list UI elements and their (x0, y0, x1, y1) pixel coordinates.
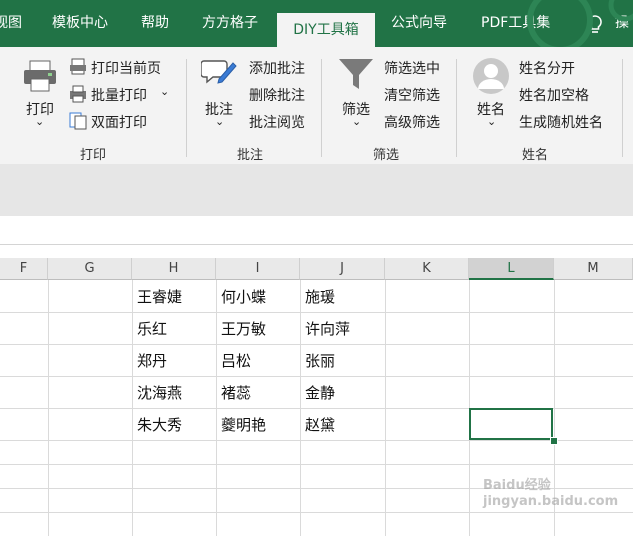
split-name-button[interactable]: 姓名分开 (519, 58, 575, 78)
cell-i5[interactable]: 夔明艳 (217, 409, 266, 441)
cell-i4[interactable]: 褚蕊 (217, 377, 251, 409)
tab-view[interactable]: 视图 (0, 0, 22, 47)
cell-i2[interactable]: 王万敏 (217, 313, 266, 345)
chevron-down-icon: ⌄ (215, 115, 225, 128)
group-divider (622, 59, 623, 157)
watermark: Baidu经验 jingyan.baidu.com (483, 478, 623, 510)
cell-h1[interactable]: 王睿婕 (133, 281, 182, 313)
batch-print-button[interactable]: 批量打印 (91, 85, 147, 105)
advanced-filter-button[interactable]: 高级筛选 (384, 112, 440, 132)
cell-h3[interactable]: 郑丹 (133, 345, 167, 377)
cell-j4[interactable]: 金静 (301, 377, 335, 409)
print-group-label: 打印 (80, 148, 107, 163)
filter-selected-button[interactable]: 筛选选中 (384, 58, 440, 78)
tab-help[interactable]: 帮助 (141, 0, 169, 47)
cell-h5[interactable]: 朱大秀 (133, 409, 182, 441)
chevron-down-icon: ⌄ (352, 115, 362, 128)
column-header-h[interactable]: H (132, 258, 216, 280)
column-header-j[interactable]: J (300, 258, 385, 280)
selected-cell[interactable] (469, 408, 553, 440)
tab-template-center[interactable]: 模板中心 (52, 0, 108, 47)
duplex-print-icon (69, 112, 87, 130)
name-add-space-button[interactable]: 姓名加空格 (519, 85, 589, 105)
column-header-i[interactable]: I (216, 258, 300, 280)
column-header-g[interactable]: G (48, 258, 132, 280)
add-comment-button[interactable]: 添加批注 (249, 58, 305, 78)
random-name-button[interactable]: 生成随机姓名 (519, 112, 603, 132)
batch-print-icon (70, 85, 86, 103)
cell-j3[interactable]: 张丽 (301, 345, 335, 377)
clear-filter-button[interactable]: 清空筛选 (384, 85, 440, 105)
funnel-icon (339, 59, 373, 89)
ribbon-tab-bar: 视图 模板中心 帮助 方方格子 DIY工具箱 公式向导 PDF工具集 操 (0, 0, 633, 47)
filter-group-label: 筛选 (373, 148, 400, 163)
cell-h4[interactable]: 沈海燕 (133, 377, 182, 409)
column-header-m[interactable]: M (554, 258, 633, 280)
user-avatar-icon (473, 58, 509, 94)
tab-formula-wizard[interactable]: 公式向导 (391, 0, 447, 47)
cell-i1[interactable]: 何小蝶 (217, 281, 266, 313)
cell-h2[interactable]: 乐红 (133, 313, 167, 345)
group-divider (186, 59, 187, 157)
spacer (0, 245, 633, 258)
printer-icon (24, 60, 56, 92)
watermark-text: Baidu经验 jingyan.baidu.com (483, 478, 619, 509)
formula-bar[interactable] (0, 216, 633, 245)
column-header-l[interactable]: L (469, 258, 554, 280)
comment-pencil-icon (201, 60, 237, 84)
chevron-down-icon[interactable]: ⌄ (160, 85, 169, 98)
group-divider (321, 59, 322, 157)
cell-i3[interactable]: 吕松 (217, 345, 251, 377)
ribbon: 打印 ⌄ 打印当前页 批量打印 ⌄ 双面打印 打印 批注 ⌄ 添加批注 删除批注… (0, 47, 633, 165)
ribbon-gap (0, 164, 633, 216)
name-group-label: 姓名 (522, 148, 549, 163)
tab-bar-decoration (527, 0, 633, 47)
tab-diy-toolbox[interactable]: DIY工具箱 (277, 13, 375, 47)
print-current-page-button[interactable]: 打印当前页 (91, 58, 161, 78)
cell-j2[interactable]: 许向萍 (301, 313, 350, 345)
fill-handle[interactable] (550, 437, 558, 445)
comment-group-label: 批注 (237, 148, 264, 163)
print-page-icon (70, 58, 86, 75)
cell-j5[interactable]: 赵黛 (301, 409, 335, 441)
chevron-down-icon: ⌄ (487, 115, 497, 128)
duplex-print-button[interactable]: 双面打印 (91, 112, 147, 132)
tab-fangfang[interactable]: 方方格子 (202, 0, 258, 47)
group-divider (456, 59, 457, 157)
column-header-f[interactable]: F (0, 258, 48, 280)
delete-comment-button[interactable]: 删除批注 (249, 85, 305, 105)
column-header-k[interactable]: K (385, 258, 469, 280)
chevron-down-icon: ⌄ (35, 115, 45, 128)
view-comments-button[interactable]: 批注阅览 (249, 112, 305, 132)
cell-j1[interactable]: 施瑗 (301, 281, 335, 313)
